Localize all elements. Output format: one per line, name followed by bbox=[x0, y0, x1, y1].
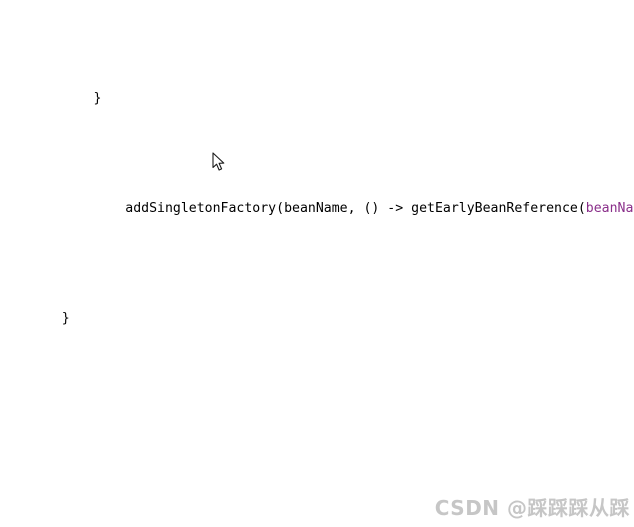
code-token-param-beanname: beanName bbox=[585, 201, 634, 216]
code-editor-viewport[interactable]: } addSingletonFactory(beanName, () -> ge… bbox=[0, 0, 634, 527]
code-token-beanname: beanName bbox=[284, 201, 348, 216]
code-token: } bbox=[30, 311, 70, 326]
code-line[interactable]: } bbox=[0, 308, 634, 330]
code-lines-container[interactable]: } addSingletonFactory(beanName, () -> ge… bbox=[0, 0, 634, 527]
code-token: } bbox=[30, 91, 102, 106]
code-line[interactable]: } bbox=[0, 88, 634, 110]
code-line[interactable]: addSingletonFactory(beanName, () -> getE… bbox=[0, 198, 634, 220]
code-line-blank[interactable] bbox=[0, 418, 634, 440]
code-token: addSingletonFactory( bbox=[30, 201, 285, 216]
code-token: , () -> getEarlyBeanReference( bbox=[347, 201, 586, 216]
